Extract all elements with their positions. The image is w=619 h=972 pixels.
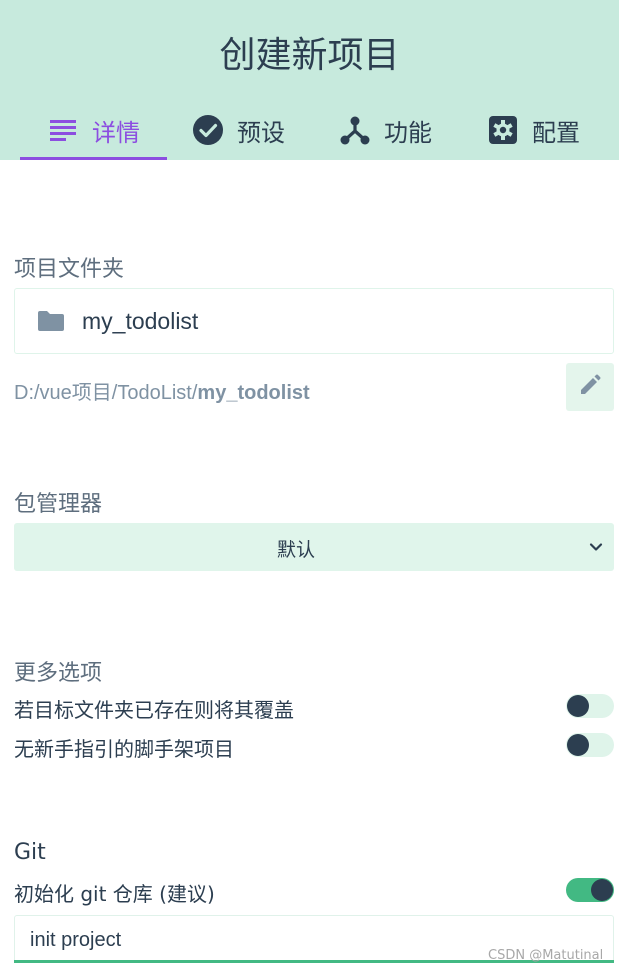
active-tab-indicator: [20, 157, 167, 160]
toggle-knob: [567, 734, 589, 756]
tab-features-label: 功能: [384, 118, 432, 147]
tab-details-label: 详情: [92, 118, 140, 147]
tab-features[interactable]: 功能: [340, 100, 432, 160]
overwrite-toggle[interactable]: [566, 694, 614, 718]
tab-presets[interactable]: 预设: [193, 100, 285, 160]
more-options-heading: 更多选项: [14, 661, 103, 686]
tab-presets-label: 预设: [237, 118, 285, 147]
init-git-label: 初始化 git 仓库 (建议): [14, 882, 215, 906]
option-init-git: 初始化 git 仓库 (建议): [14, 876, 614, 906]
folder-path-name: my_todolist: [197, 382, 310, 404]
folder-path-prefix: D:/vue项目/TodoList/: [14, 382, 198, 404]
option-no-guide: 无新手指引的脚手架项目: [14, 731, 614, 761]
option-overwrite-label: 若目标文件夹已存在则将其覆盖: [14, 698, 294, 722]
folder-name: my_todolist: [82, 307, 199, 334]
fork-icon: [340, 115, 370, 145]
edit-path-button[interactable]: [566, 363, 614, 411]
package-manager-select[interactable]: 默认: [14, 523, 614, 571]
package-manager-heading: 包管理器: [14, 492, 103, 517]
toggle-knob: [591, 879, 613, 901]
toggle-knob: [567, 695, 589, 717]
tab-details[interactable]: 详情: [48, 100, 140, 160]
tab-config[interactable]: 配置: [488, 100, 580, 160]
no-guide-toggle[interactable]: [566, 733, 614, 757]
option-overwrite: 若目标文件夹已存在则将其覆盖: [14, 692, 614, 722]
chevron-down-icon: [588, 539, 604, 555]
folder-icon: [37, 308, 67, 334]
project-folder-heading: 项目文件夹: [14, 257, 125, 282]
settings-icon: [488, 115, 518, 145]
tab-bar: 详情 预设 功能 配置: [0, 100, 619, 160]
init-git-toggle[interactable]: [566, 878, 614, 902]
git-heading: Git: [14, 840, 46, 865]
folder-path: D:/vue项目/TodoList/my_todolist: [14, 376, 310, 405]
check-circle-icon: [193, 115, 223, 145]
pencil-icon: [579, 374, 601, 401]
project-folder-field[interactable]: my_todolist: [14, 288, 614, 354]
tab-config-label: 配置: [532, 118, 580, 147]
watermark: CSDN @Matutinal: [488, 948, 604, 963]
page-title: 创建新项目: [219, 35, 400, 76]
package-manager-value: 默认: [276, 539, 315, 561]
list-icon: [48, 115, 78, 145]
option-no-guide-label: 无新手指引的脚手架项目: [14, 737, 234, 761]
header: 创建新项目 详情 预设 功能 配置: [0, 0, 619, 160]
